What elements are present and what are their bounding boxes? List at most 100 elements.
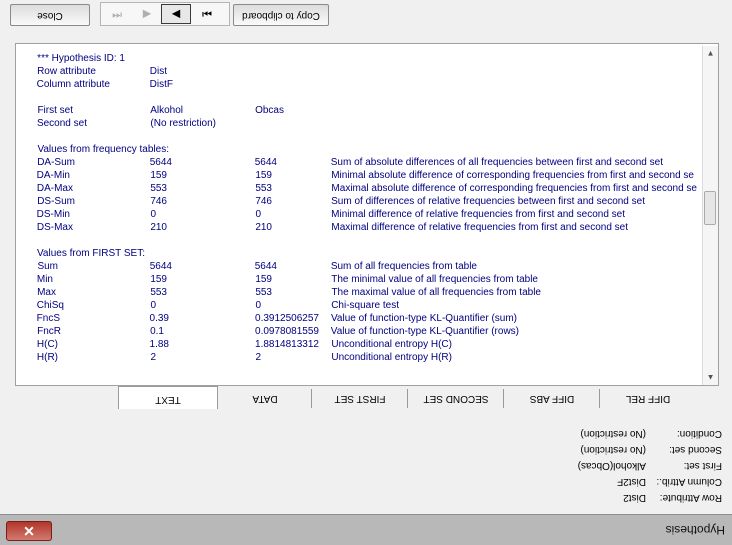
bottom-toolbar: Copy to clipboard Close ⏮ ◀ ▶ ⏭	[0, 0, 732, 33]
text-cell: ChiSq	[37, 300, 65, 311]
close-icon: ✕	[23, 523, 35, 539]
text-cell: 5644	[255, 261, 278, 272]
text-cell: Value of function-type KL-Quantifier (ro…	[331, 326, 520, 337]
text-cell: Value of function-type KL-Quantifier (su…	[331, 313, 518, 324]
condition-value: Alkohol(Obcas)	[577, 460, 646, 471]
hypothesis-window: Hypothesis ✕ Row Attribute: Dist2 Column A…	[0, 0, 732, 545]
close-button-label: Close	[37, 10, 63, 21]
prev-record-icon: ◀	[142, 8, 152, 20]
copy-to-clipboard-button[interactable]: Copy to clipboard	[233, 4, 329, 26]
text-cell: 5644	[255, 157, 278, 168]
text-cell: H(R)	[37, 352, 59, 363]
condition-value: Dist2F	[617, 476, 646, 487]
text-line	[18, 234, 718, 247]
text-cell: 159	[150, 170, 167, 181]
text-cell: 0.1	[150, 326, 164, 337]
text-line: DS-Max 210 210 Maximal difference of relati…	[18, 221, 718, 234]
copy-to-clipboard-label: Copy to clipboard	[242, 10, 320, 21]
text-cell: 5644	[150, 157, 173, 168]
text-cell: 0	[255, 209, 261, 220]
text-cell: 553	[255, 183, 272, 194]
text-line	[18, 130, 718, 143]
text-cell: Dist	[150, 66, 168, 77]
text-cell: Second set	[37, 118, 88, 129]
tab-text[interactable]: TEXT	[118, 386, 218, 409]
condition-label: Second set:	[669, 444, 722, 455]
text-cell: 0	[150, 209, 156, 220]
text-cell: Minimal absolute difference of correspon…	[331, 170, 694, 181]
text-line: DS-Min 0 0 Minimal difference of relative f…	[18, 208, 718, 221]
text-cell: 2	[255, 352, 261, 363]
tab-diff-rel[interactable]: DIFF REL	[599, 389, 696, 408]
text-cell: Unconditional entropy H(C)	[331, 339, 452, 350]
next-record-icon: ▶	[171, 8, 181, 20]
text-cell: 553	[255, 287, 272, 298]
text-cell: 746	[255, 196, 272, 207]
text-cell: First set	[37, 105, 73, 116]
condition-value: (No restriction)	[580, 444, 646, 455]
condition-label: Row Attribute:	[659, 492, 722, 503]
text-cell: 159	[255, 170, 272, 181]
text-cell: FncR	[37, 326, 61, 337]
next-record-button[interactable]: ▶	[161, 4, 191, 24]
text-line	[18, 91, 718, 104]
text-cell: 0	[255, 300, 261, 311]
text-line: DA-Sum 5644 5644 Sum of absolute difference…	[18, 156, 718, 169]
text-line: ChiSq 0 0 Chi-square test	[18, 299, 718, 312]
text-cell: 159	[150, 274, 167, 285]
window-title: Hypothesis	[665, 523, 725, 537]
tab-strip: TEXT DATA FIRST SET SECOND SET DIFF ABS DIFF …	[118, 386, 720, 409]
window-close-button[interactable]: ✕	[6, 521, 52, 541]
text-line: Column attribute DistF	[18, 78, 718, 91]
title-bar: Hypothesis ✕	[0, 514, 732, 545]
text-cell: Sum of absolute differences of all frequ…	[331, 157, 664, 168]
text-line: DA-Min 159 159 Minimal absolute difference …	[18, 169, 718, 182]
text-cell: Maximal absolute difference of correspon…	[331, 183, 697, 194]
text-cell: 2	[150, 352, 156, 363]
tab-diff-abs[interactable]: DIFF ABS	[503, 389, 600, 408]
text-cell: 210	[150, 222, 167, 233]
text-cell: Column attribute	[37, 79, 111, 90]
hypothesis-text-area[interactable]: ▲ ▼ *** Hypothesis ID: 1 Row attribute Dis…	[15, 43, 719, 386]
text-line: Row attribute Dist	[18, 65, 718, 78]
text-cell: Min	[37, 274, 54, 285]
condition-value: Dist2	[623, 492, 646, 503]
text-cell: Sum	[37, 261, 58, 272]
text-line: DS-Sum 746 746 Sum of differences of relati…	[18, 195, 718, 208]
prev-record-button[interactable]: ◀	[133, 4, 161, 24]
text-line: DA-Max 553 553 Maximal absolute difference …	[18, 182, 718, 195]
text-line: *** Hypothesis ID: 1	[18, 52, 718, 65]
close-button[interactable]: Close	[10, 4, 90, 26]
text-cell: 1.88	[150, 339, 170, 350]
text-cell: Alkohol	[150, 105, 183, 116]
text-line: Min 159 159 The minimal value of all freque…	[18, 273, 718, 286]
text-line: Second set (No restriction)	[18, 117, 718, 130]
last-record-button[interactable]: ⏭	[193, 4, 221, 24]
text-cell: 0	[150, 300, 156, 311]
text-cell: DistF	[150, 79, 174, 90]
text-cell: *** Hypothesis ID: 1	[37, 53, 125, 64]
text-line: Sum 5644 5644 Sum of all frequencies from t…	[18, 260, 718, 273]
condition-label: Column Attrib.:	[656, 476, 722, 487]
text-line: Max 553 553 The maximal value of all freque…	[18, 286, 718, 299]
text-cell: Obcas	[255, 105, 284, 116]
text-line: FncS 0.39 0.3912506257 Value of function-ty…	[18, 312, 718, 325]
text-line: First set Alkohol Obcas	[18, 104, 718, 117]
text-cell: DA-Max	[37, 183, 74, 194]
text-cell: 0.0978081559	[255, 326, 319, 337]
last-record-icon: ⏭	[202, 8, 212, 20]
text-cell: DS-Sum	[37, 196, 75, 207]
text-cell: DS-Min	[37, 209, 71, 220]
text-cell: Chi-square test	[331, 300, 399, 311]
text-cell: 210	[255, 222, 272, 233]
tab-data[interactable]: DATA	[217, 389, 312, 408]
text-cell: The maximal value of all frequencies fro…	[331, 287, 541, 298]
text-cell: 553	[150, 287, 167, 298]
first-record-button[interactable]: ⏮	[103, 4, 131, 24]
text-cell: Values from FIRST SET:	[37, 248, 145, 259]
conditions-panel: Row Attribute: Dist2 Column Attrib.: Dist2F…	[462, 410, 722, 505]
tab-second-set[interactable]: SECOND SET	[407, 389, 504, 408]
scroll-up-icon[interactable]: ▲	[706, 373, 715, 382]
tab-first-set[interactable]: FIRST SET	[311, 389, 408, 408]
text-line: H(C) 1.88 1.8814813312 Unconditional entrop…	[18, 338, 718, 351]
